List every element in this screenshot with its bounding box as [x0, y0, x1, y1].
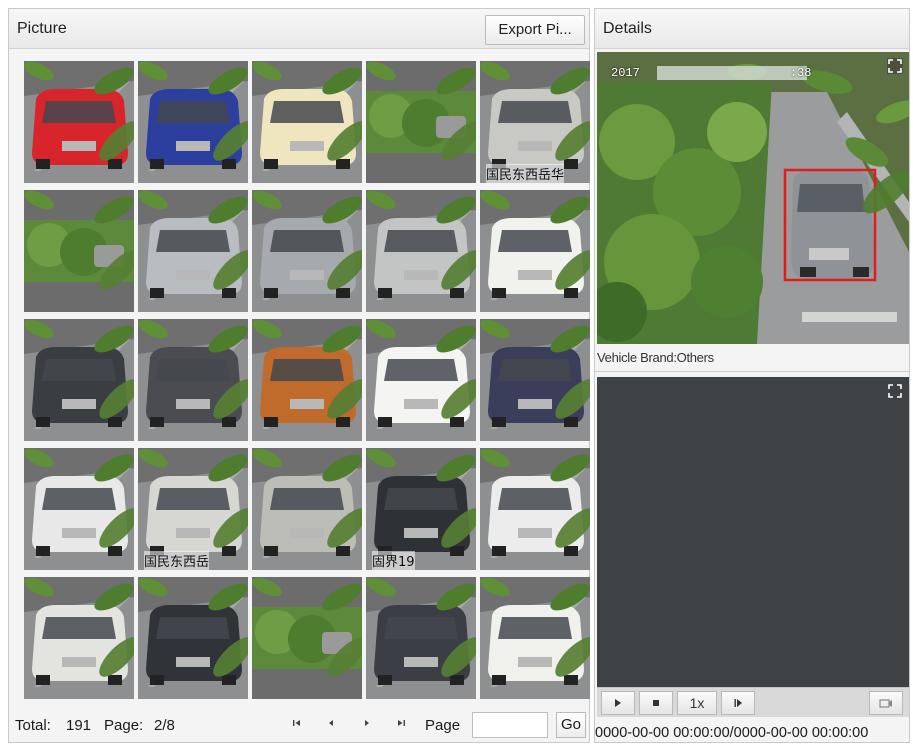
thumbnail-image: [138, 577, 248, 699]
thumbnail-image: [252, 61, 362, 183]
thumb-r3-c5[interactable]: [480, 319, 590, 441]
prev-page-icon[interactable]: [323, 718, 339, 732]
thumbnail-image: [138, 319, 248, 441]
thumb-r1-c2[interactable]: [138, 61, 248, 183]
capture-snapshot[interactable]: 2017 :38: [597, 52, 909, 344]
step-frame-icon[interactable]: [721, 691, 755, 715]
thumbnail-image: [252, 577, 362, 699]
thumbnail-image: [480, 190, 590, 312]
thumb-r4-c5[interactable]: [480, 448, 590, 570]
thumb-r2-c4[interactable]: [366, 190, 476, 312]
thumb-r2-c2[interactable]: [138, 190, 248, 312]
thumb-r5-c5[interactable]: [480, 577, 590, 699]
total-label: Total:: [15, 717, 51, 734]
thumbnail-overlay-text: 固界19: [372, 551, 415, 570]
thumbnail-image: [480, 319, 590, 441]
thumb-r4-c2[interactable]: 国民东西岳: [138, 448, 248, 570]
thumbnail-overlay-text: 国民东西岳华: [486, 164, 565, 183]
video-player[interactable]: [597, 377, 909, 687]
thumb-r3-c3[interactable]: [252, 319, 362, 441]
thumb-r5-c3[interactable]: [252, 577, 362, 699]
details-panel-title: Details: [603, 20, 652, 37]
thumbnail-image: [480, 448, 590, 570]
thumbnail-image: [24, 448, 134, 570]
thumbnail-image: [366, 61, 476, 183]
page-number-input[interactable]: [472, 712, 548, 738]
picture-panel-title: Picture: [17, 20, 67, 37]
thumb-r1-c1[interactable]: [24, 61, 134, 183]
thumb-r2-c1[interactable]: [24, 190, 134, 312]
video-controls: 1x: [597, 687, 909, 717]
fullscreen-icon[interactable]: [887, 58, 903, 74]
last-page-icon[interactable]: [393, 718, 409, 732]
thumbnail-image: [252, 319, 362, 441]
video-fullscreen-icon[interactable]: [887, 383, 903, 399]
thumb-r4-c4[interactable]: 固界19: [366, 448, 476, 570]
total-count: 191: [66, 717, 92, 734]
thumb-r3-c1[interactable]: [24, 319, 134, 441]
thumbnail-grid: 国民东西岳华国民东西岳 固界19: [24, 61, 590, 706]
thumbnail-image: [24, 190, 134, 312]
picture-panel-header: Picture Export Pi...: [9, 9, 589, 49]
vehicle-brand-text: Vehicle Brand:Others: [597, 350, 714, 365]
thumb-r1-c4[interactable]: [366, 61, 476, 183]
goto-page-label: Page: [425, 717, 461, 734]
picture-panel: Picture Export Pi... 国民东西岳华国民东西岳 固界19 Tot…: [8, 8, 590, 743]
download-icon[interactable]: [869, 691, 903, 715]
thumb-r2-c3[interactable]: [252, 190, 362, 312]
page-label: Page:: [104, 717, 144, 734]
thumb-r3-c2[interactable]: [138, 319, 248, 441]
page-indicator: 2/8: [154, 717, 175, 734]
thumb-r1-c5[interactable]: 国民东西岳华: [480, 61, 590, 183]
thumb-r5-c2[interactable]: [138, 577, 248, 699]
timestamp-suffix: :38: [789, 66, 812, 80]
details-divider: [595, 371, 909, 372]
export-pictures-button[interactable]: Export Pi...: [485, 15, 585, 45]
thumbnail-image: [24, 319, 134, 441]
thumbnail-image: [252, 448, 362, 570]
thumb-r2-c5[interactable]: [480, 190, 590, 312]
thumb-r4-c3[interactable]: [252, 448, 362, 570]
play-icon[interactable]: [601, 691, 635, 715]
thumbnail-image: [138, 190, 248, 312]
thumbnail-image: [252, 190, 362, 312]
thumbnail-image: [24, 577, 134, 699]
thumbnail-image: [138, 61, 248, 183]
next-page-icon[interactable]: [359, 718, 375, 732]
playback-time-range: 0000-00-00 00:00:00/0000-00-00 00:00:00: [595, 725, 869, 741]
thumb-r5-c4[interactable]: [366, 577, 476, 699]
thumb-r5-c1[interactable]: [24, 577, 134, 699]
thumbnail-image: [366, 319, 476, 441]
thumbnail-image: [24, 61, 134, 183]
thumb-r3-c4[interactable]: [366, 319, 476, 441]
details-panel: Details 2017:38 Vehicle Brand:Others 1x…: [594, 8, 910, 743]
first-page-icon[interactable]: [289, 718, 305, 732]
details-panel-header: Details: [595, 9, 909, 49]
thumbnail-image: [366, 190, 476, 312]
playback-speed-button[interactable]: 1x: [677, 691, 717, 715]
stop-icon[interactable]: [639, 691, 673, 715]
thumb-r1-c3[interactable]: [252, 61, 362, 183]
snapshot-image: [597, 52, 909, 344]
go-button[interactable]: Go: [556, 712, 586, 738]
thumbnail-image: [480, 577, 590, 699]
thumbnail-overlay-text: 国民东西岳: [144, 551, 210, 570]
capture-timestamp: 2017 :38: [611, 66, 811, 80]
timestamp-prefix: 2017: [611, 66, 640, 80]
pagination-bar: Total: 191 Page: 2/8 Page Go: [9, 708, 589, 742]
thumbnail-image: [366, 577, 476, 699]
thumb-r4-c1[interactable]: [24, 448, 134, 570]
